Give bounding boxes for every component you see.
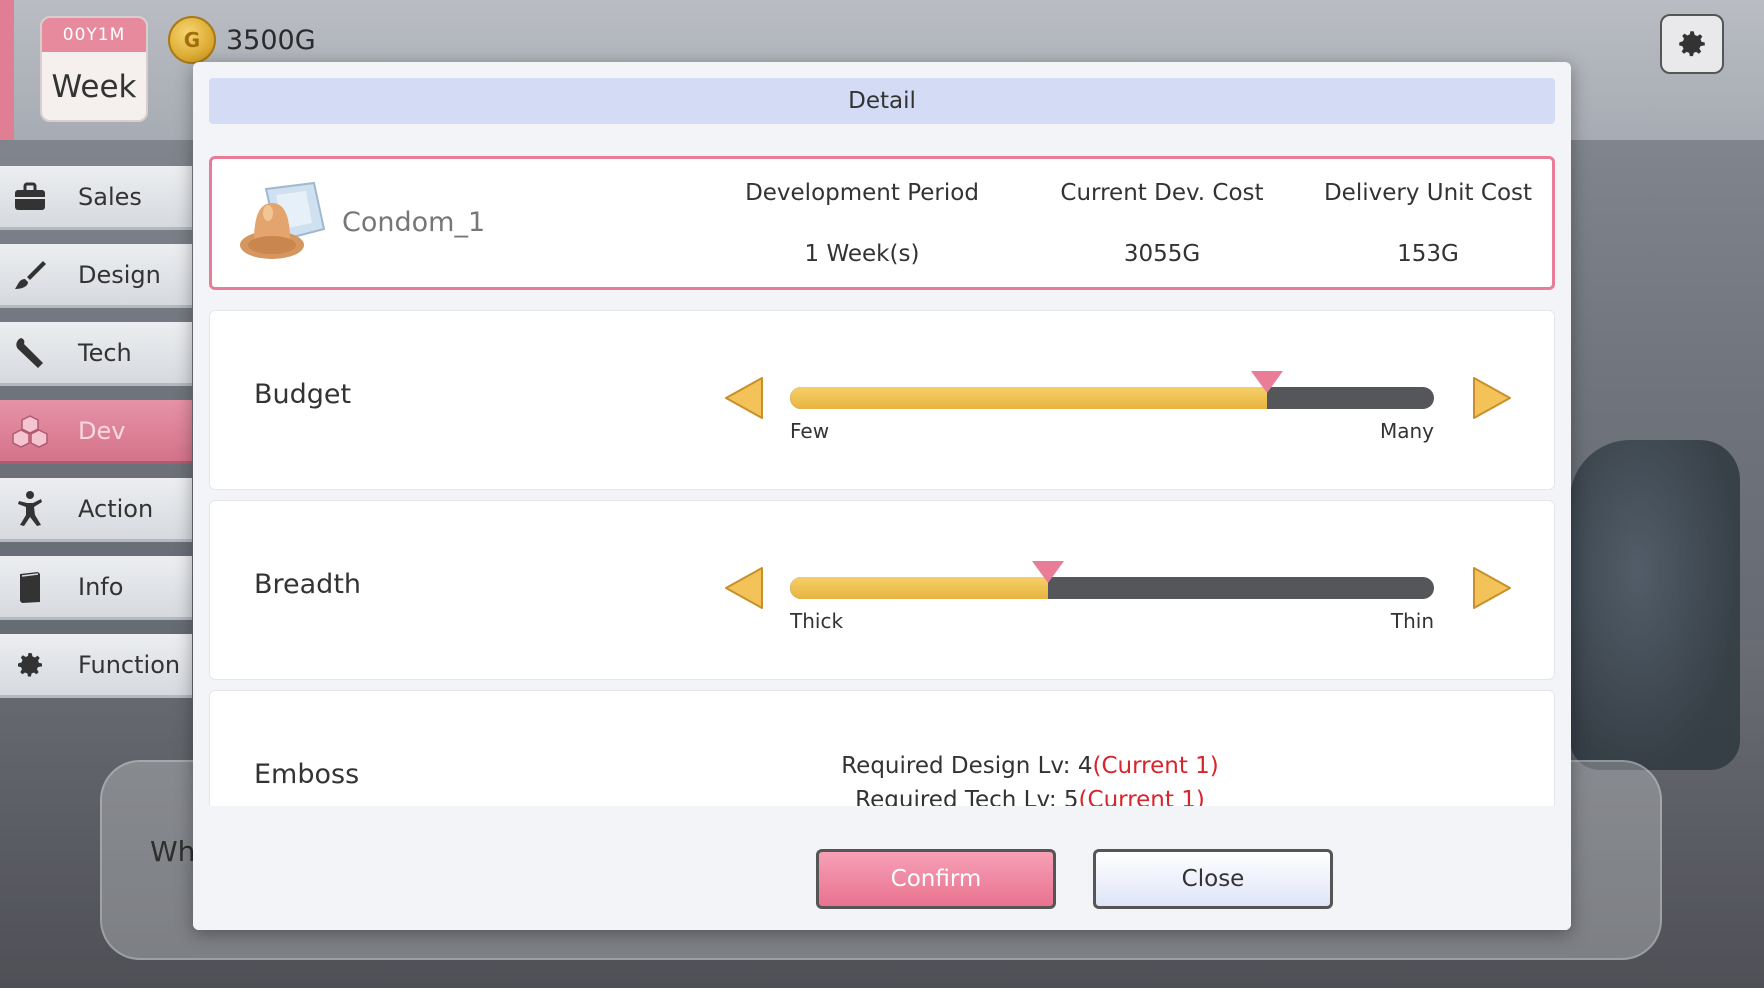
emboss-label: Emboss bbox=[254, 759, 360, 790]
breadth-slider-fill bbox=[790, 577, 1048, 599]
product-summary-card: Condom_1 Development Period 1 Week(s) Cu… bbox=[209, 156, 1555, 290]
sidebar-menu: Sales Design Tech Dev Action Info Functi… bbox=[0, 166, 192, 712]
requirement-design: Required Design Lv: 4(Current 1) bbox=[770, 749, 1290, 783]
budget-min-label: Few bbox=[790, 419, 830, 443]
background-dialogue-text: Wh bbox=[150, 835, 196, 868]
breadth-label: Breadth bbox=[254, 569, 362, 600]
sidebar-item-label: Action bbox=[78, 494, 154, 523]
breadth-row: Breadth Thick Thin bbox=[209, 500, 1555, 680]
sidebar-item-label: Sales bbox=[78, 182, 142, 211]
sidebar-item-dev[interactable]: Dev bbox=[0, 400, 192, 464]
person-icon bbox=[18, 490, 42, 526]
sidebar-item-label: Info bbox=[78, 572, 124, 601]
week-label: Week 2 bbox=[51, 69, 137, 105]
boxes-icon bbox=[12, 414, 48, 448]
settings-button[interactable] bbox=[1660, 14, 1724, 74]
budget-slider-track[interactable] bbox=[790, 387, 1434, 409]
requirement-design-current: (Current 1) bbox=[1092, 753, 1219, 779]
gold-amount: 3500G bbox=[226, 24, 316, 56]
sidebar-item-info[interactable]: Info bbox=[0, 556, 192, 620]
sidebar-item-function[interactable]: Function bbox=[0, 634, 192, 698]
sidebar-item-label: Dev bbox=[78, 416, 126, 445]
stat-current-dev-cost: Current Dev. Cost 3055G bbox=[1012, 173, 1312, 267]
stat-label: Delivery Unit Cost bbox=[1323, 180, 1533, 206]
budget-increase-arrow-icon[interactable] bbox=[1472, 375, 1514, 421]
wrench-icon bbox=[16, 337, 43, 368]
budget-row: Budget Few Many bbox=[209, 310, 1555, 490]
hud-accent-strip bbox=[0, 0, 14, 140]
product-name: Condom_1 bbox=[342, 207, 486, 238]
sidebar-item-label: Design bbox=[78, 260, 161, 289]
gear-icon bbox=[18, 652, 42, 676]
breadth-min-label: Thick bbox=[790, 609, 844, 633]
sidebar-item-label: Function bbox=[78, 650, 181, 679]
date-panel: 00Y1M Week 2 bbox=[40, 16, 148, 122]
stat-value: 3055G bbox=[1123, 241, 1201, 267]
stat-value: 153G bbox=[1397, 241, 1459, 267]
gold-display: G 3500G bbox=[168, 16, 316, 64]
gold-coin-icon: G bbox=[168, 16, 216, 64]
stat-delivery-unit-cost: Delivery Unit Cost 153G bbox=[1298, 173, 1558, 267]
budget-decrease-arrow-icon[interactable] bbox=[722, 375, 764, 421]
budget-max-label: Many bbox=[1379, 419, 1434, 443]
briefcase-icon bbox=[15, 182, 45, 210]
condom-icon bbox=[240, 181, 326, 259]
budget-slider-fill bbox=[790, 387, 1267, 409]
sidebar-item-label: Tech bbox=[78, 338, 132, 367]
breadth-slider-handle[interactable] bbox=[1031, 561, 1064, 583]
breadth-increase-arrow-icon[interactable] bbox=[1472, 565, 1514, 611]
breadth-slider-track[interactable] bbox=[790, 577, 1434, 599]
close-button[interactable]: Close bbox=[1093, 849, 1333, 909]
stat-label: Current Dev. Cost bbox=[1060, 180, 1264, 206]
breadth-max-label: Thin bbox=[1390, 609, 1434, 633]
stat-label: Development Period bbox=[745, 180, 979, 206]
detail-dialog: Detail Condom_1 Development Period 1 Wee… bbox=[193, 62, 1571, 930]
book-icon bbox=[20, 571, 40, 603]
budget-slider-handle[interactable] bbox=[1250, 371, 1283, 393]
date-code: 00Y1M bbox=[42, 18, 146, 52]
sidebar-item-tech[interactable]: Tech bbox=[0, 322, 192, 386]
dialog-title: Detail bbox=[209, 78, 1555, 124]
breadth-decrease-arrow-icon[interactable] bbox=[722, 565, 764, 611]
sidebar-item-design[interactable]: Design bbox=[0, 244, 192, 308]
brush-icon bbox=[15, 260, 46, 289]
requirement-design-text: Required Design Lv: 4 bbox=[841, 753, 1093, 779]
budget-label: Budget bbox=[254, 379, 352, 410]
background-office-chair bbox=[1570, 440, 1740, 770]
sidebar-item-action[interactable]: Action bbox=[0, 478, 192, 542]
stat-value: 1 Week(s) bbox=[804, 241, 920, 267]
stat-development-period: Development Period 1 Week(s) bbox=[712, 173, 1012, 267]
confirm-button[interactable]: Confirm bbox=[816, 849, 1056, 909]
gear-icon bbox=[1679, 31, 1705, 57]
sidebar-item-sales[interactable]: Sales bbox=[0, 166, 192, 230]
